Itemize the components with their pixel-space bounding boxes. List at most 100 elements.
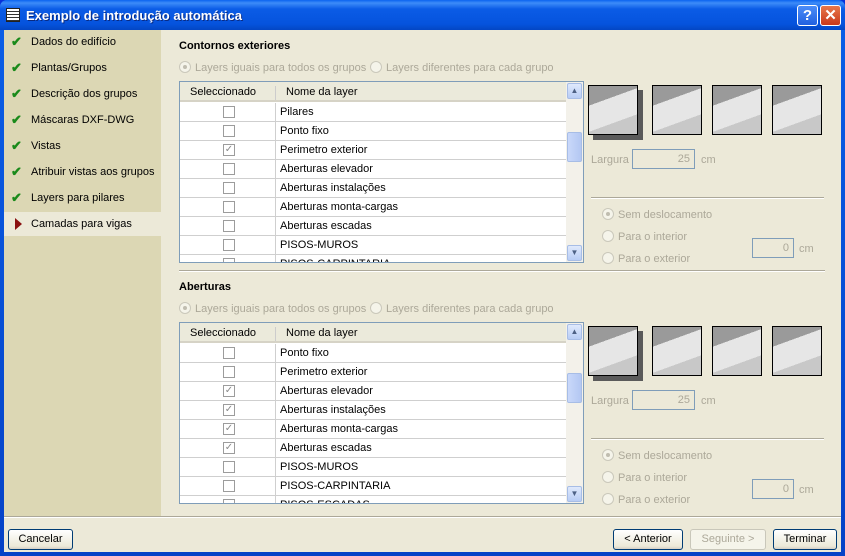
beam-option-image-4[interactable] (772, 326, 822, 376)
scroll-up-button[interactable]: ▲ (567, 324, 582, 340)
table-row[interactable]: ✓ Aberturas instalações (180, 401, 566, 420)
radio-offset-exterior[interactable]: Para o exterior (602, 252, 690, 265)
sidebar-item[interactable]: ✔ Layers para pilares (4, 186, 161, 210)
row-checkbox[interactable] (223, 125, 235, 137)
width-unit: cm (701, 395, 716, 407)
table-row[interactable]: PISOS-MUROS (180, 236, 566, 255)
radio-different-layers[interactable]: Layers diferentes para cada grupo (370, 61, 554, 74)
vertical-scrollbar[interactable]: ▲ ▼ (566, 82, 583, 262)
layer-name: Ponto fixo (275, 122, 566, 141)
scroll-down-button[interactable]: ▼ (567, 486, 582, 502)
sidebar-item[interactable]: ✔ Atribuir vistas aos grupos (4, 160, 161, 184)
beam-option-image-1[interactable] (588, 85, 638, 135)
finish-button[interactable]: Terminar (773, 529, 837, 550)
beam-option-image-2[interactable] (652, 85, 702, 135)
scroll-down-button[interactable]: ▼ (567, 245, 582, 261)
radio-offset-interior[interactable]: Para o interior (602, 230, 687, 243)
width-input[interactable]: 25 (632, 149, 695, 169)
beam-option-image-1[interactable] (588, 326, 638, 376)
table-row[interactable]: PISOS-MUROS (180, 458, 566, 477)
layer-name: PISOS-CARPINTARIA (275, 255, 566, 262)
table-row[interactable]: Aberturas escadas (180, 217, 566, 236)
cancel-button[interactable]: Cancelar (8, 529, 73, 550)
sidebar-item[interactable]: ✔ Vistas (4, 134, 161, 158)
row-checkbox[interactable] (223, 163, 235, 175)
width-input[interactable]: 25 (632, 390, 695, 410)
radio-same-layers[interactable]: Layers iguais para todos os grupos (179, 61, 366, 74)
sidebar-item[interactable]: ✔ Plantas/Grupos (4, 56, 161, 80)
offset-input[interactable]: 0 (752, 238, 794, 258)
layer-name: Perimetro exterior (275, 363, 566, 382)
row-checkbox[interactable] (223, 220, 235, 232)
row-checkbox[interactable] (223, 201, 235, 213)
layer-name: PISOS-MUROS (275, 458, 566, 477)
row-checkbox[interactable]: ✓ (223, 385, 235, 397)
section-title: Aberturas (179, 281, 231, 293)
next-button[interactable]: Seguinte > (690, 529, 766, 550)
table-row[interactable]: Ponto fixo (180, 122, 566, 141)
table-row[interactable]: Aberturas monta-cargas (180, 198, 566, 217)
beam-option-image-3[interactable] (712, 85, 762, 135)
table-row[interactable]: PISOS-CARPINTARIA (180, 255, 566, 262)
table-row[interactable]: Ponto fixo (180, 344, 566, 363)
checkmark-icon: ✔ (11, 60, 22, 75)
table-row[interactable]: Perimetro exterior (180, 363, 566, 382)
close-button[interactable]: ✕ (820, 5, 841, 26)
column-header-name[interactable]: Nome da layer (275, 86, 358, 100)
table-row[interactable]: Pilares (180, 103, 566, 122)
table-row[interactable]: ✓ Perimetro exterior (180, 141, 566, 160)
radio-no-offset[interactable]: Sem deslocamento (602, 449, 712, 462)
table-row[interactable]: ✓ Aberturas monta-cargas (180, 420, 566, 439)
row-checkbox[interactable]: ✓ (223, 442, 235, 454)
radio-offset-exterior[interactable]: Para o exterior (602, 493, 690, 506)
offset-input[interactable]: 0 (752, 479, 794, 499)
current-step-arrow-icon (15, 218, 22, 230)
help-button[interactable]: ? (797, 5, 818, 26)
sidebar-item[interactable]: ✔ Dados do edifício (4, 30, 161, 54)
column-header-name[interactable]: Nome da layer (275, 327, 358, 341)
layer-name: PISOS-CARPINTARIA (275, 477, 566, 496)
table-row[interactable]: ✓ Aberturas elevador (180, 382, 566, 401)
row-checkbox[interactable] (223, 106, 235, 118)
back-button[interactable]: < Anterior (613, 529, 683, 550)
beam-option-image-2[interactable] (652, 326, 702, 376)
sidebar-item[interactable]: Camadas para vigas (4, 212, 161, 236)
scroll-up-button[interactable]: ▲ (567, 83, 582, 99)
radio-same-layers[interactable]: Layers iguais para todos os grupos (179, 302, 366, 315)
table-row[interactable]: Aberturas instalações (180, 179, 566, 198)
radio-label: Layers iguais para todos os grupos (195, 62, 367, 74)
table-row[interactable]: PISOS-CARPINTARIA (180, 477, 566, 496)
beam-option-image-3[interactable] (712, 326, 762, 376)
beam-option-image-4[interactable] (772, 85, 822, 135)
table-row[interactable]: PISOS-ESCADAS (180, 496, 566, 503)
radio-offset-interior[interactable]: Para o interior (602, 471, 687, 484)
radio-icon (602, 493, 614, 505)
row-checkbox[interactable] (223, 182, 235, 194)
column-header-selected[interactable]: Seleccionado (190, 86, 256, 98)
radio-label: Para o interior (618, 231, 688, 243)
sidebar-item[interactable]: ✔ Máscaras DXF-DWG (4, 108, 161, 132)
row-checkbox[interactable]: ✓ (223, 404, 235, 416)
row-checkbox[interactable] (223, 499, 235, 503)
row-checkbox[interactable] (223, 480, 235, 492)
scroll-thumb[interactable] (567, 132, 582, 162)
table-row[interactable]: Aberturas elevador (180, 160, 566, 179)
sidebar-item-label: Camadas para vigas (31, 218, 132, 230)
radio-no-offset[interactable]: Sem deslocamento (602, 208, 712, 221)
vertical-scrollbar[interactable]: ▲ ▼ (566, 323, 583, 503)
row-checkbox[interactable] (223, 461, 235, 473)
scroll-thumb[interactable] (567, 373, 582, 403)
layer-name: Aberturas elevador (275, 382, 566, 401)
offset-unit: cm (799, 243, 814, 255)
sidebar-item[interactable]: ✔ Descrição dos grupos (4, 82, 161, 106)
row-checkbox[interactable] (223, 347, 235, 359)
radio-different-layers[interactable]: Layers diferentes para cada grupo (370, 302, 554, 315)
layer-name: Aberturas escadas (275, 217, 566, 236)
row-checkbox[interactable]: ✓ (223, 144, 235, 156)
row-checkbox[interactable]: ✓ (223, 423, 235, 435)
row-checkbox[interactable] (223, 366, 235, 378)
table-row[interactable]: ✓ Aberturas escadas (180, 439, 566, 458)
row-checkbox[interactable] (223, 239, 235, 251)
row-checkbox[interactable] (223, 258, 235, 262)
column-header-selected[interactable]: Seleccionado (190, 327, 256, 339)
